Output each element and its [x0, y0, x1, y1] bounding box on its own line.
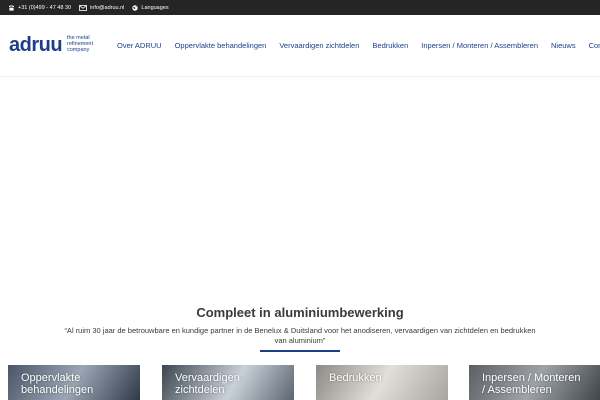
nav-item-oppervlakte-behandelingen[interactable]: Oppervlakte behandelingen: [175, 40, 267, 52]
email-address: info@adruu.nl: [90, 4, 125, 11]
nav-item-contact[interactable]: Contact: [589, 40, 600, 52]
nav-item-vervaardigen-zichtdelen[interactable]: Vervaardigen zichtdelen: [279, 40, 359, 52]
service-card-oppervlakte-behandelingen[interactable]: Oppervlakte behandelingen: [8, 365, 140, 400]
service-card-vervaardigen-zichtdelen[interactable]: Vervaardigen zichtdelen: [162, 365, 294, 400]
globe-icon: [132, 4, 139, 11]
envelope-icon: [79, 4, 87, 11]
section-divider: [260, 350, 340, 352]
card-label-line: Oppervlakte: [21, 372, 81, 384]
card-label-line: Bedrukken: [329, 372, 382, 384]
top-bar: +31 (0)499 - 47 48 30 info@adruu.nl Lang…: [0, 0, 600, 15]
service-card-bedrukken[interactable]: Bedrukken: [316, 365, 448, 400]
card-label: Vervaardigen zichtdelen: [175, 372, 240, 396]
adruu-logo[interactable]: adruu the metal refinement company: [9, 33, 109, 63]
card-label-line: zichtdelen: [175, 384, 225, 396]
phone-contact[interactable]: +31 (0)499 - 47 48 30: [8, 5, 71, 11]
main-nav: Over ADRUU Oppervlakte behandelingen Ver…: [117, 40, 600, 52]
email-contact[interactable]: info@adruu.nl: [79, 5, 124, 11]
card-label: Oppervlakte behandelingen: [21, 372, 93, 396]
logo-wordmark: adruu: [9, 34, 63, 56]
language-selector[interactable]: Languages: [132, 4, 169, 11]
nav-item-bedrukken[interactable]: Bedrukken: [372, 40, 408, 52]
phone-icon: [9, 5, 14, 11]
card-label-line: Inpersen / Monteren: [482, 372, 581, 384]
languages-label: Languages: [141, 4, 169, 11]
intro-quote: “Al ruim 30 jaar de betrouwbare en kundi…: [64, 326, 536, 345]
phone-number: +31 (0)499 - 47 48 30: [18, 4, 72, 11]
service-cards: Oppervlakte behandelingen Vervaardigen z…: [8, 365, 600, 400]
site-header: adruu the metal refinement company Over …: [0, 15, 600, 77]
intro-title: Compleet in aluminiumbewerking: [196, 305, 404, 320]
card-label: Inpersen / Monteren / Assembleren: [482, 372, 580, 396]
logo-tagline-line: company: [67, 47, 90, 53]
nav-item-inpersen-monteren-assembleren[interactable]: Inpersen / Monteren / Assembleren: [421, 40, 538, 52]
card-label: Bedrukken: [329, 372, 382, 384]
card-label-line: Vervaardigen: [175, 372, 240, 384]
service-card-inpersen-monteren-assembleren[interactable]: Inpersen / Monteren / Assembleren: [469, 365, 600, 400]
logo-tagline: the metal refinement company: [67, 35, 107, 53]
nav-item-nieuws[interactable]: Nieuws: [551, 40, 576, 52]
card-label-line: behandelingen: [21, 384, 94, 396]
nav-item-over-adruu[interactable]: Over ADRUU: [117, 40, 162, 52]
card-label-line: / Assembleren: [482, 384, 552, 396]
hero-area: [0, 78, 600, 298]
